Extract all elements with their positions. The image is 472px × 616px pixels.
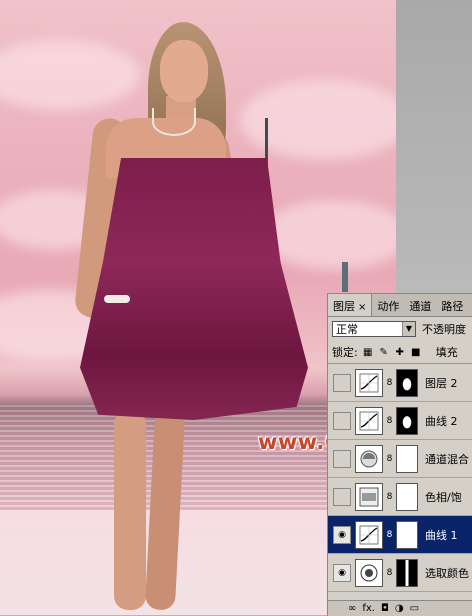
panel-footer: ∞ fx. ◘ ◑ ▭ bbox=[328, 600, 472, 616]
opacity-label: 不透明度 bbox=[422, 323, 466, 336]
layer-name[interactable]: 图层 2 bbox=[425, 375, 458, 391]
blend-mode-select[interactable]: 正常 ▼ bbox=[332, 321, 416, 337]
chain-link-icon[interactable]: 8 bbox=[385, 454, 394, 464]
hue-saturation-icon bbox=[355, 482, 383, 511]
layer-row[interactable]: 8 图层 2 bbox=[328, 364, 472, 402]
layers-panel: 图层 × 动作 通道 路径 正常 ▼ 不透明度 锁定: ▦ ✎ ✚ ■ 填充 8 图… bbox=[327, 293, 472, 616]
layer-mask-thumbnail[interactable] bbox=[396, 520, 418, 549]
cloud-shape bbox=[260, 200, 396, 270]
chevron-down-icon[interactable]: ▼ bbox=[402, 322, 415, 336]
lock-move-icon[interactable]: ✚ bbox=[394, 347, 406, 358]
layer-list: 8 图层 2 8 曲线 2 8 通道混合 8 色相/饱 ◉ 8 曲线 1 ◉ 8 选取颜色 bbox=[328, 364, 472, 592]
layer-name[interactable]: 曲线 2 bbox=[425, 413, 458, 429]
chain-link-icon[interactable]: 8 bbox=[385, 530, 394, 540]
panel-tabs: 图层 × 动作 通道 路径 bbox=[328, 294, 472, 317]
layer-mask-thumbnail[interactable] bbox=[396, 368, 418, 397]
yacht-mast-short bbox=[342, 262, 348, 292]
fill-label: 填充 bbox=[435, 346, 458, 359]
layer-row[interactable]: 8 通道混合 bbox=[328, 440, 472, 478]
layer-mask-thumbnail[interactable] bbox=[396, 482, 418, 511]
eye-icon[interactable]: ◉ bbox=[333, 563, 351, 582]
tab-label: 路径 bbox=[441, 300, 464, 313]
curves-icon bbox=[355, 406, 383, 435]
channel-mixer-icon bbox=[355, 444, 383, 473]
lock-label: 锁定: bbox=[332, 346, 358, 359]
lock-row: 锁定: ▦ ✎ ✚ ■ 填充 bbox=[328, 341, 472, 364]
layer-name[interactable]: 通道混合 bbox=[425, 451, 469, 467]
chain-link-icon[interactable]: 8 bbox=[385, 568, 394, 578]
tab-paths[interactable]: 路径 bbox=[436, 294, 468, 316]
layer-name[interactable]: 选取颜色 bbox=[425, 565, 469, 581]
layer-row[interactable]: ◉ 8 曲线 1 bbox=[328, 516, 472, 554]
eye-icon[interactable] bbox=[333, 487, 351, 506]
fx-button[interactable]: fx. bbox=[362, 603, 375, 614]
model-leg-left bbox=[114, 410, 146, 610]
cloud-shape bbox=[240, 80, 396, 160]
adjustment-layer-icon[interactable]: ◑ bbox=[395, 603, 404, 614]
blend-row: 正常 ▼ 不透明度 bbox=[328, 317, 472, 341]
link-layers-icon[interactable]: ∞ bbox=[348, 603, 356, 614]
tab-layers[interactable]: 图层 × bbox=[328, 294, 373, 316]
bracelet bbox=[104, 295, 130, 303]
chain-link-icon[interactable]: 8 bbox=[385, 416, 394, 426]
layer-row[interactable]: 8 色相/饱 bbox=[328, 478, 472, 516]
new-group-icon[interactable]: ▭ bbox=[410, 603, 419, 614]
layer-row[interactable]: ◉ 8 选取颜色 bbox=[328, 554, 472, 592]
lock-all-icon[interactable]: ■ bbox=[410, 347, 422, 358]
selective-color-icon bbox=[355, 558, 383, 587]
blend-mode-value: 正常 bbox=[336, 323, 358, 336]
eye-icon[interactable] bbox=[333, 411, 351, 430]
lock-transparent-icon[interactable]: ▦ bbox=[362, 347, 374, 358]
layer-name[interactable]: 曲线 1 bbox=[425, 527, 458, 543]
tab-label: 图层 bbox=[333, 300, 355, 313]
layer-row[interactable]: 8 曲线 2 bbox=[328, 402, 472, 440]
lock-paint-icon[interactable]: ✎ bbox=[378, 347, 390, 358]
cloud-shape bbox=[0, 40, 140, 110]
eye-icon[interactable] bbox=[333, 449, 351, 468]
curves-icon bbox=[355, 368, 383, 397]
layer-mask-thumbnail[interactable] bbox=[396, 558, 418, 587]
layer-name[interactable]: 色相/饱 bbox=[425, 489, 462, 505]
curves-icon bbox=[355, 520, 383, 549]
tab-channels[interactable]: 通道 bbox=[404, 294, 436, 316]
chain-link-icon[interactable]: 8 bbox=[385, 378, 394, 388]
model-face bbox=[160, 40, 208, 102]
layer-mask-thumbnail[interactable] bbox=[396, 406, 418, 435]
lock-buttons: ▦ ✎ ✚ ■ bbox=[362, 347, 422, 358]
add-mask-icon[interactable]: ◘ bbox=[381, 603, 389, 614]
chain-link-icon[interactable]: 8 bbox=[385, 492, 394, 502]
tab-actions[interactable]: 动作 bbox=[372, 294, 404, 316]
tab-label: 通道 bbox=[409, 300, 432, 313]
necklace bbox=[152, 108, 196, 136]
layer-mask-thumbnail[interactable] bbox=[396, 444, 418, 473]
eye-icon[interactable]: ◉ bbox=[333, 525, 351, 544]
eye-icon[interactable] bbox=[333, 373, 351, 392]
tab-label: 动作 bbox=[377, 300, 400, 313]
close-icon[interactable]: × bbox=[358, 302, 366, 313]
